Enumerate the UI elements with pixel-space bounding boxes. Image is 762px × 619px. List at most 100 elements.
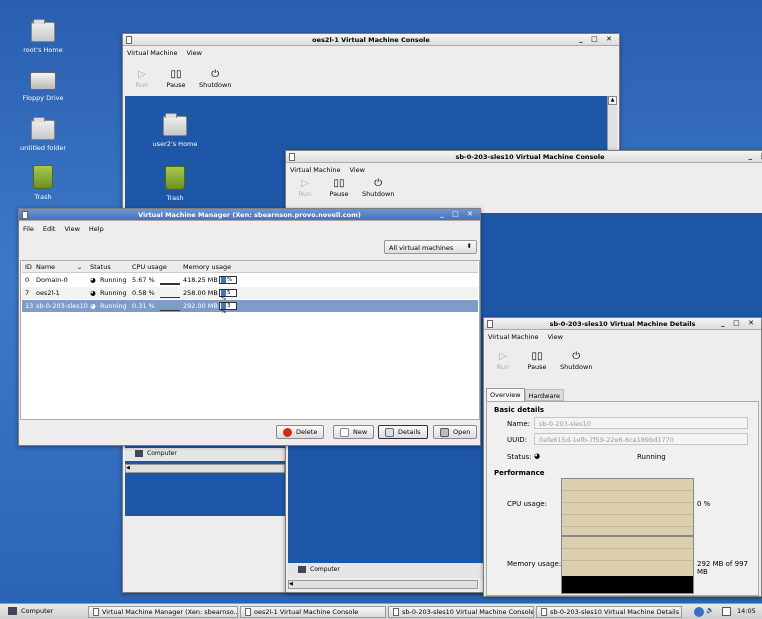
menu-file[interactable]: File: [23, 225, 34, 233]
window-controls[interactable]: _ □ ✕: [579, 35, 615, 43]
uuid-field[interactable]: 0afe615d-1efb-7f59-22e6-6ca189bd1770: [534, 433, 748, 445]
guest-icon-trash[interactable]: Trash: [140, 166, 210, 202]
status-icon: ◕: [90, 302, 96, 310]
task-oes2l-console[interactable]: oes2l-1 Virtual Machine Console: [240, 606, 386, 618]
column-header-cpu[interactable]: CPU usage: [132, 263, 167, 271]
window-icon: [93, 608, 99, 616]
desktop-icon-untitled-folder[interactable]: untitled folder: [8, 117, 78, 152]
guest-icon-home[interactable]: user2's Home: [140, 113, 210, 148]
network-icon[interactable]: [694, 607, 704, 617]
menu-virtual-machine[interactable]: Virtual Machine: [488, 333, 539, 341]
pause-button[interactable]: ▯▯ Pause: [328, 177, 350, 198]
dropdown-arrows-icon: ⬍: [466, 242, 472, 250]
computer-menu-button[interactable]: Computer: [8, 607, 53, 615]
window-title: Virtual Machine Manager (Xen: sbearnson.…: [138, 210, 361, 219]
window-controls[interactable]: _ □ ✕: [440, 210, 476, 218]
menu-help[interactable]: Help: [89, 225, 104, 233]
window-icon: [541, 608, 547, 616]
details-icon: [385, 427, 394, 437]
menu-edit[interactable]: Edit: [43, 225, 56, 233]
horizontal-scrollbar[interactable]: ◀: [288, 580, 478, 589]
task-label: Virtual Machine Manager (Xen: sbearnso..…: [102, 608, 238, 616]
tab-hardware[interactable]: Hardware: [524, 389, 564, 401]
delete-icon: [283, 427, 292, 437]
column-header-id[interactable]: ID: [25, 263, 32, 271]
run-button[interactable]: ▷ Run: [131, 68, 153, 89]
menu-virtual-machine[interactable]: Virtual Machine: [127, 49, 178, 57]
run-label: Run: [496, 363, 510, 371]
menu-view[interactable]: View: [64, 225, 79, 233]
tab-overview[interactable]: Overview: [486, 388, 525, 401]
name-field[interactable]: sb-0-203-sles10: [534, 417, 748, 429]
guest-computer-menu[interactable]: Computer: [147, 450, 177, 461]
window-controls[interactable]: _ □ ✕: [721, 319, 757, 327]
run-button[interactable]: ▷ Run: [294, 177, 316, 198]
menu-bar: File Edit View Help: [19, 221, 480, 237]
run-label: Run: [298, 190, 312, 198]
vm-cpu: 0.31 %: [132, 302, 155, 310]
task-label: sb-0-203-sles10 Virtual Machine Console: [402, 608, 534, 616]
shutdown-button[interactable]: ⏻ Shutdown: [362, 177, 394, 198]
shutdown-label: Shutdown: [362, 190, 395, 198]
title-bar[interactable]: sb-0-203-sles10 Virtual Machine Console …: [286, 151, 762, 163]
filter-select[interactable]: All virtual machines ⬍: [384, 240, 477, 254]
guest-computer-menu[interactable]: Computer: [310, 566, 340, 578]
trash-icon: [33, 165, 53, 189]
title-bar[interactable]: oes2l-1 Virtual Machine Console _ □ ✕: [123, 34, 619, 46]
pause-button[interactable]: ▯▯ Pause: [526, 350, 548, 371]
menu-view[interactable]: View: [548, 333, 563, 341]
pause-button[interactable]: ▯▯ Pause: [165, 68, 187, 89]
column-header-name[interactable]: Name: [36, 263, 55, 271]
shutdown-button[interactable]: ⏻ Shutdown: [199, 68, 231, 89]
guest-taskbar: Computer: [125, 448, 285, 461]
vm-status: Running: [100, 276, 127, 284]
taskbar: Computer Virtual Machine Manager (Xen: s…: [0, 603, 762, 619]
home-folder-icon: [163, 113, 187, 136]
task-sles10-details[interactable]: sb-0-203-sles10 Virtual Machine Details: [536, 606, 682, 618]
performance-heading: Performance: [494, 469, 545, 477]
desktop-icon-trash[interactable]: Trash: [8, 165, 78, 201]
column-header-status[interactable]: Status: [90, 263, 111, 271]
desktop-icon-floppy[interactable]: Floppy Drive: [8, 72, 78, 102]
table-row[interactable]: 0 Domain-0 ◕ Running 5.67 % 418.25 MB %: [22, 274, 478, 286]
window-controls[interactable]: _ □: [748, 152, 762, 160]
title-bar[interactable]: sb-0-203-sles10 Virtual Machine Details …: [484, 318, 761, 330]
pause-label: Pause: [527, 363, 547, 371]
new-document-icon: [340, 427, 349, 437]
details-button[interactable]: Details: [378, 425, 428, 439]
title-bar[interactable]: Virtual Machine Manager (Xen: sbearnson.…: [19, 209, 480, 221]
menu-view[interactable]: View: [187, 49, 202, 57]
menu-view[interactable]: View: [350, 166, 365, 174]
guest-icon-label: Trash: [166, 194, 184, 202]
filter-value: All virtual machines: [389, 244, 454, 252]
window-icon: [22, 211, 28, 219]
memory-usage-fill: [562, 576, 693, 593]
vm-cpu: 0.58 %: [132, 289, 155, 297]
new-button[interactable]: New: [333, 425, 375, 439]
horizontal-scrollbar[interactable]: ◀: [125, 464, 285, 473]
column-header-memory[interactable]: Memory usage: [183, 263, 231, 271]
calendar-icon[interactable]: [722, 607, 731, 616]
table-row[interactable]: 13 sb-0-203-sles10 ◕ Running 0.31 % 292.…: [22, 300, 478, 315]
task-sles10-console[interactable]: sb-0-203-sles10 Virtual Machine Console: [388, 606, 534, 618]
menu-bar: Virtual Machine View: [123, 46, 619, 60]
menu-virtual-machine[interactable]: Virtual Machine: [290, 166, 341, 174]
vm-list: ID Name ⌄ Status CPU usage Memory usage …: [20, 260, 480, 420]
open-button[interactable]: Open: [433, 425, 478, 439]
memory-bar: 5 %: [219, 289, 237, 302]
delete-button[interactable]: Delete: [276, 425, 325, 439]
volume-icon[interactable]: 🔈: [706, 606, 714, 614]
guest-icon-label: user2's Home: [152, 140, 198, 148]
window-title: oes2l-1 Virtual Machine Console: [312, 35, 430, 44]
clock[interactable]: 14:05: [737, 607, 756, 615]
table-row[interactable]: 7 oes2l-1 ◕ Running 0.58 % 258.00 MB 5 %: [22, 287, 478, 302]
desktop-icon-home[interactable]: root's Home: [8, 19, 78, 54]
task-vm-manager[interactable]: Virtual Machine Manager (Xen: sbearnso..…: [88, 606, 238, 618]
scroll-up-arrow-icon[interactable]: ▲: [608, 96, 617, 105]
run-button[interactable]: ▷ Run: [492, 350, 514, 371]
cpu-sparkline: [160, 283, 180, 285]
shutdown-button[interactable]: ⏻ Shutdown: [560, 350, 592, 371]
computer-icon: [298, 566, 306, 573]
computer-icon: [8, 607, 17, 615]
cpu-usage-value: 0 %: [697, 500, 711, 508]
